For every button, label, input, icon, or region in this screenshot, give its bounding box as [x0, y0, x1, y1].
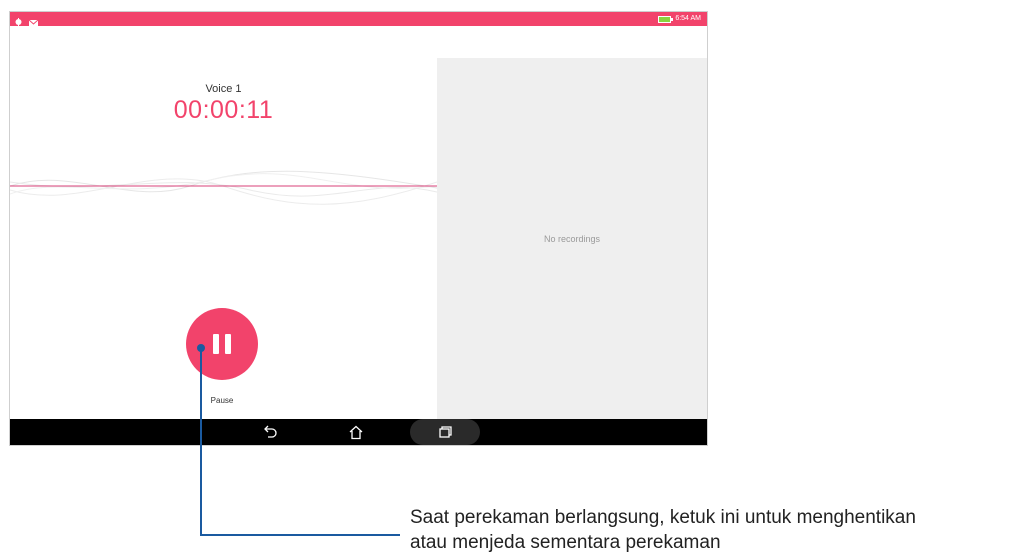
callout-line-2: atau menjeda sementara perekaman: [410, 532, 721, 553]
pause-icon-bar-right: [225, 334, 231, 354]
tablet-screen: 6:54 AM Voice 1 00:00:11 Pause No record…: [9, 11, 708, 446]
home-button[interactable]: [336, 419, 376, 445]
back-button[interactable]: [250, 419, 290, 445]
recent-apps-icon: [439, 426, 452, 438]
navigation-bar: [10, 419, 707, 445]
recordings-list-pane: No recordings: [437, 58, 707, 419]
status-bar: 6:54 AM: [10, 12, 707, 27]
callout-line-horizontal: [200, 534, 400, 536]
recent-apps-button[interactable]: [410, 419, 480, 445]
battery-icon: [658, 15, 674, 23]
pause-icon-bar-left: [213, 334, 219, 354]
callout-line-vertical: [200, 348, 202, 536]
recording-name: Voice 1: [205, 83, 242, 95]
pause-button[interactable]: [186, 308, 258, 380]
status-time: 6:54 AM: [675, 15, 701, 22]
elapsed-timer: 00:00:11: [173, 96, 274, 124]
home-icon: [349, 425, 363, 439]
callout-text: Saat perekaman berlangsung, ketuk ini un…: [410, 505, 1018, 555]
empty-recordings-text: No recordings: [543, 234, 601, 244]
pause-label: Pause: [210, 396, 234, 405]
callout-line-1: Saat perekaman berlangsung, ketuk ini un…: [410, 507, 916, 528]
back-icon: [264, 425, 277, 438]
waveform-visualizer: [10, 170, 437, 205]
recorder-panel: Voice 1 00:00:11 Pause: [10, 26, 437, 419]
